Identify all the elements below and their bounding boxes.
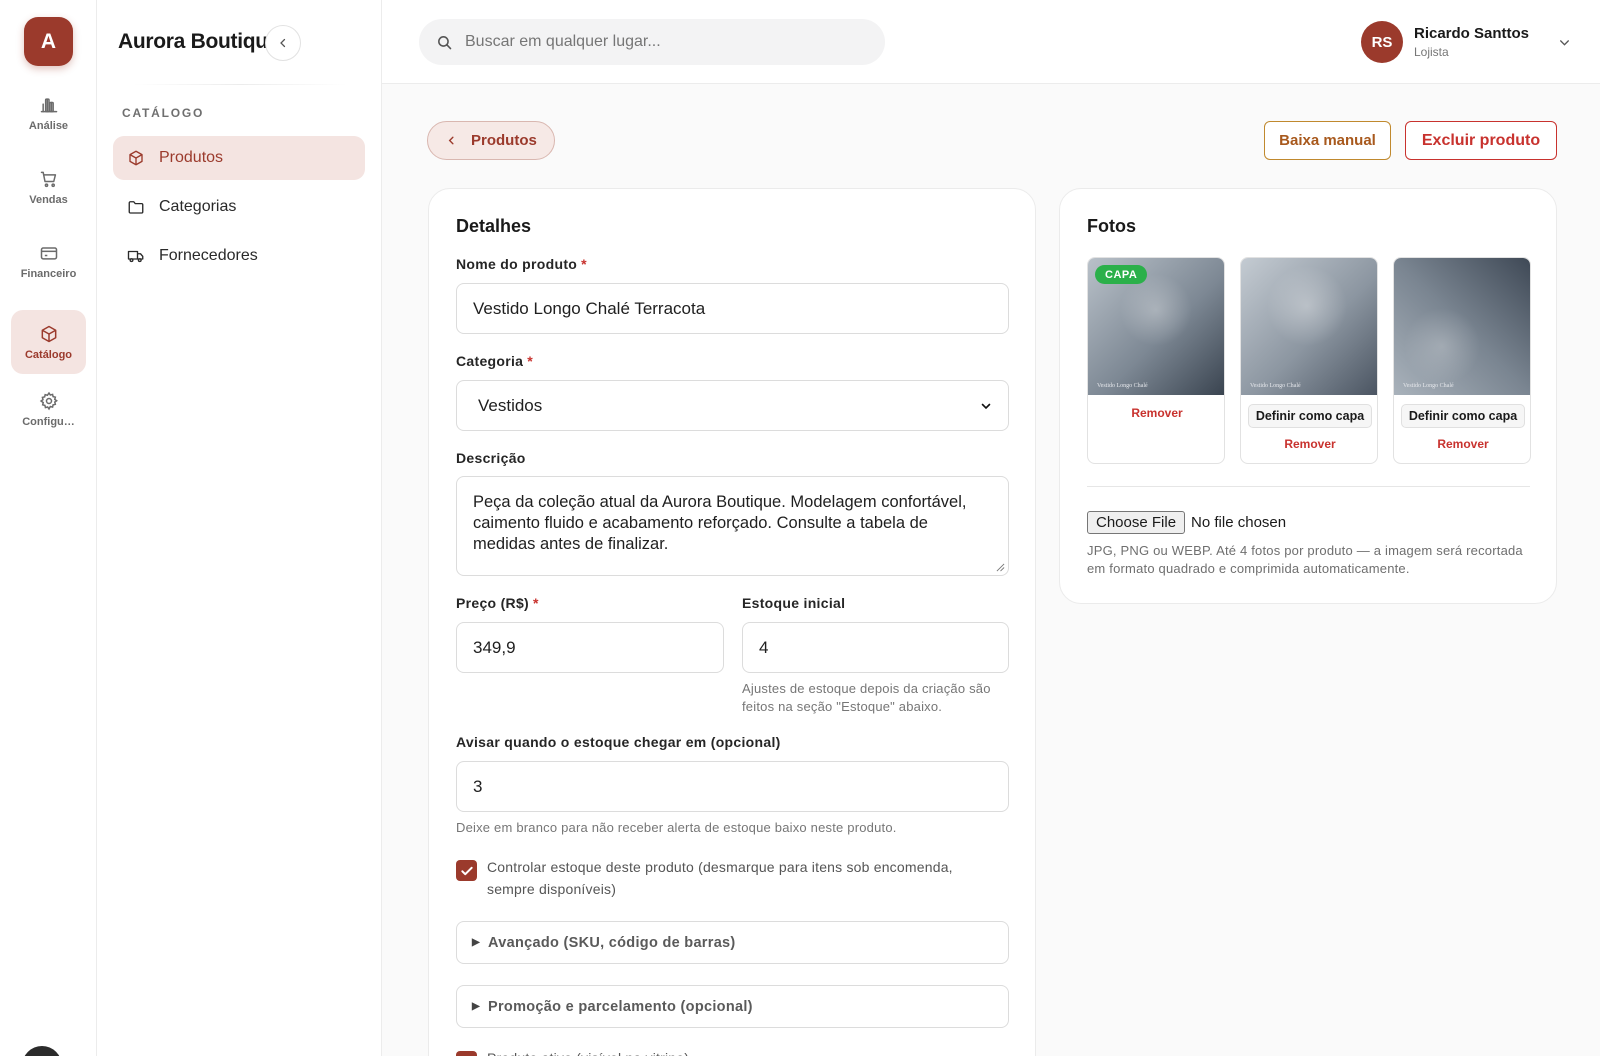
user-name: Ricardo Santtos <box>1414 25 1530 42</box>
gear-icon <box>39 391 58 410</box>
set-cover-button[interactable]: Definir como capa <box>1248 404 1372 428</box>
back-label: Produtos <box>471 132 537 149</box>
advanced-disclosure[interactable]: ▶ Avançado (SKU, código de barras) <box>456 921 1009 964</box>
rail-item-configuracoes[interactable]: Configu… <box>11 377 86 441</box>
description-textarea[interactable]: Peça da coleção atual da Aurora Boutique… <box>456 476 1009 576</box>
promotion-disclosure[interactable]: ▶ Promoção e parcelamento (opcional) <box>456 985 1009 1028</box>
price-input[interactable]: 349,9 <box>456 622 724 673</box>
triangle-right-icon: ▶ <box>472 1001 480 1012</box>
photo-caption: Vestido Longo Chalé <box>1097 383 1148 389</box>
low-stock-alert-label: Avisar quando o estoque chegar em (opcio… <box>456 734 781 750</box>
track-stock-label: Controlar estoque deste produto (desmarq… <box>487 859 953 897</box>
avatar: RS <box>1361 21 1403 63</box>
box-icon <box>41 325 56 342</box>
search-box[interactable] <box>419 19 885 65</box>
rail-label: Configu… <box>22 415 75 428</box>
product-name-label: Nome do produto * <box>456 256 587 272</box>
remove-photo-button[interactable]: Remover <box>1088 406 1224 420</box>
chevron-down-icon <box>981 403 991 409</box>
box-icon <box>129 150 143 166</box>
product-photo <box>1394 258 1530 395</box>
divider <box>1087 486 1530 487</box>
initial-stock-label: Estoque inicial <box>742 595 846 611</box>
photo-tile: Vestido Longo Chalé CAPA Remover <box>1087 257 1225 464</box>
check-icon <box>460 866 473 875</box>
search-input[interactable] <box>465 33 865 51</box>
description-label: Descrição <box>456 450 526 466</box>
details-card: Detalhes Nome do produto * Vestido Longo … <box>428 188 1036 1056</box>
sidebar-item-label: Categorias <box>159 198 237 215</box>
photos-card: Fotos Vestido Longo Chalé CAPA Remover V… <box>1059 188 1557 604</box>
category-label: Categoria * <box>456 353 534 369</box>
low-stock-alert-input[interactable]: 3 <box>456 761 1009 812</box>
sidebar-section-title: CATÁLOGO <box>122 106 205 120</box>
sidebar-item-label: Produtos <box>159 149 224 166</box>
user-menu[interactable]: RS Ricardo Santtos Lojista <box>1361 21 1571 63</box>
remove-photo-button[interactable]: Remover <box>1241 437 1377 451</box>
product-photo <box>1241 258 1377 395</box>
chevron-down-icon <box>1560 39 1569 46</box>
rail-item-analise[interactable]: Análise <box>11 81 86 145</box>
file-status: No file chosen <box>1191 514 1287 531</box>
top-bar: RS Ricardo Santtos Lojista <box>382 0 1600 84</box>
rail-item-financeiro[interactable]: Financeiro <box>11 229 86 293</box>
rail-item-catalogo[interactable]: Catálogo <box>11 310 86 374</box>
photo-tile: Vestido Longo Chalé Definir como capa Re… <box>1393 257 1531 464</box>
upload-note: JPG, PNG ou WEBP. Até 4 fotos por produt… <box>1087 543 1523 576</box>
rail-item-vendas[interactable]: Vendas <box>11 155 86 219</box>
photos-title: Fotos <box>1087 216 1136 236</box>
active-product-checkbox[interactable] <box>456 1051 477 1056</box>
disclosure-label: Avançado (SKU, código de barras) <box>488 934 736 951</box>
details-title: Detalhes <box>456 216 532 236</box>
secondary-sidebar: Aurora Boutique CATÁLOGO Produtos Catego… <box>97 0 382 1056</box>
active-product-label: Produto ativo (visível na vitrine) <box>487 1047 987 1056</box>
cover-badge: CAPA <box>1095 265 1148 284</box>
store-name: Aurora Boutique <box>118 30 280 53</box>
rail-label: Financeiro <box>20 267 77 280</box>
set-cover-button[interactable]: Definir como capa <box>1401 404 1525 428</box>
help-avatar[interactable] <box>22 1046 62 1056</box>
photo-caption: Vestido Longo Chalé <box>1250 383 1301 389</box>
rail-label: Catálogo <box>24 348 73 361</box>
divider <box>133 84 347 85</box>
user-role: Lojista <box>1414 45 1449 59</box>
sidebar-item-label: Fornecedores <box>159 247 258 264</box>
photo-caption: Vestido Longo Chalé <box>1403 383 1454 389</box>
triangle-right-icon: ▶ <box>472 937 480 948</box>
resize-grip-icon[interactable] <box>996 563 1005 572</box>
choose-file-button[interactable]: Choose File <box>1087 511 1186 534</box>
remove-photo-button[interactable]: Remover <box>1394 437 1530 451</box>
photo-tile: Vestido Longo Chalé Definir como capa Re… <box>1240 257 1378 464</box>
truck-icon <box>127 250 144 263</box>
sidebar-item-categorias[interactable]: Categorias <box>113 185 365 229</box>
cart-icon <box>40 171 56 187</box>
price-label: Preço (R$) * <box>456 595 539 611</box>
bar-chart-icon <box>40 97 57 112</box>
chevron-left-icon <box>448 136 454 145</box>
chevron-left-icon <box>280 38 286 48</box>
collapse-sidebar-button[interactable] <box>265 25 301 61</box>
delete-product-button[interactable]: Excluir produto <box>1405 121 1557 160</box>
sidebar-item-produtos[interactable]: Produtos <box>113 136 365 180</box>
stock-hint: Ajustes de estoque depois da criação são… <box>742 681 991 714</box>
category-select[interactable]: Vestidos <box>456 380 1009 431</box>
folder-icon <box>128 201 144 214</box>
credit-card-icon <box>40 246 57 260</box>
search-icon <box>438 35 452 49</box>
back-to-products-button[interactable]: Produtos <box>427 121 555 160</box>
sidebar-item-fornecedores[interactable]: Fornecedores <box>113 234 365 278</box>
disclosure-label: Promoção e parcelamento (opcional) <box>488 998 753 1015</box>
initial-stock-input[interactable]: 4 <box>742 622 1009 673</box>
description-text: Peça da coleção atual da Aurora Boutique… <box>473 493 967 553</box>
icon-rail: A Análise Vendas Financeiro Catálogo Con… <box>0 0 97 1056</box>
brand-logo[interactable]: A <box>24 17 73 66</box>
rail-label: Vendas <box>29 193 68 206</box>
category-selected-value: Vestidos <box>478 395 543 415</box>
file-upload: Choose File No file chosen <box>1087 511 1286 534</box>
track-stock-checkbox[interactable] <box>456 860 477 881</box>
manual-writeoff-button[interactable]: Baixa manual <box>1264 121 1391 160</box>
low-stock-hint: Deixe em branco para não receber alerta … <box>456 820 897 835</box>
rail-label: Análise <box>28 119 69 132</box>
product-name-input[interactable]: Vestido Longo Chalé Terracota <box>456 283 1009 334</box>
